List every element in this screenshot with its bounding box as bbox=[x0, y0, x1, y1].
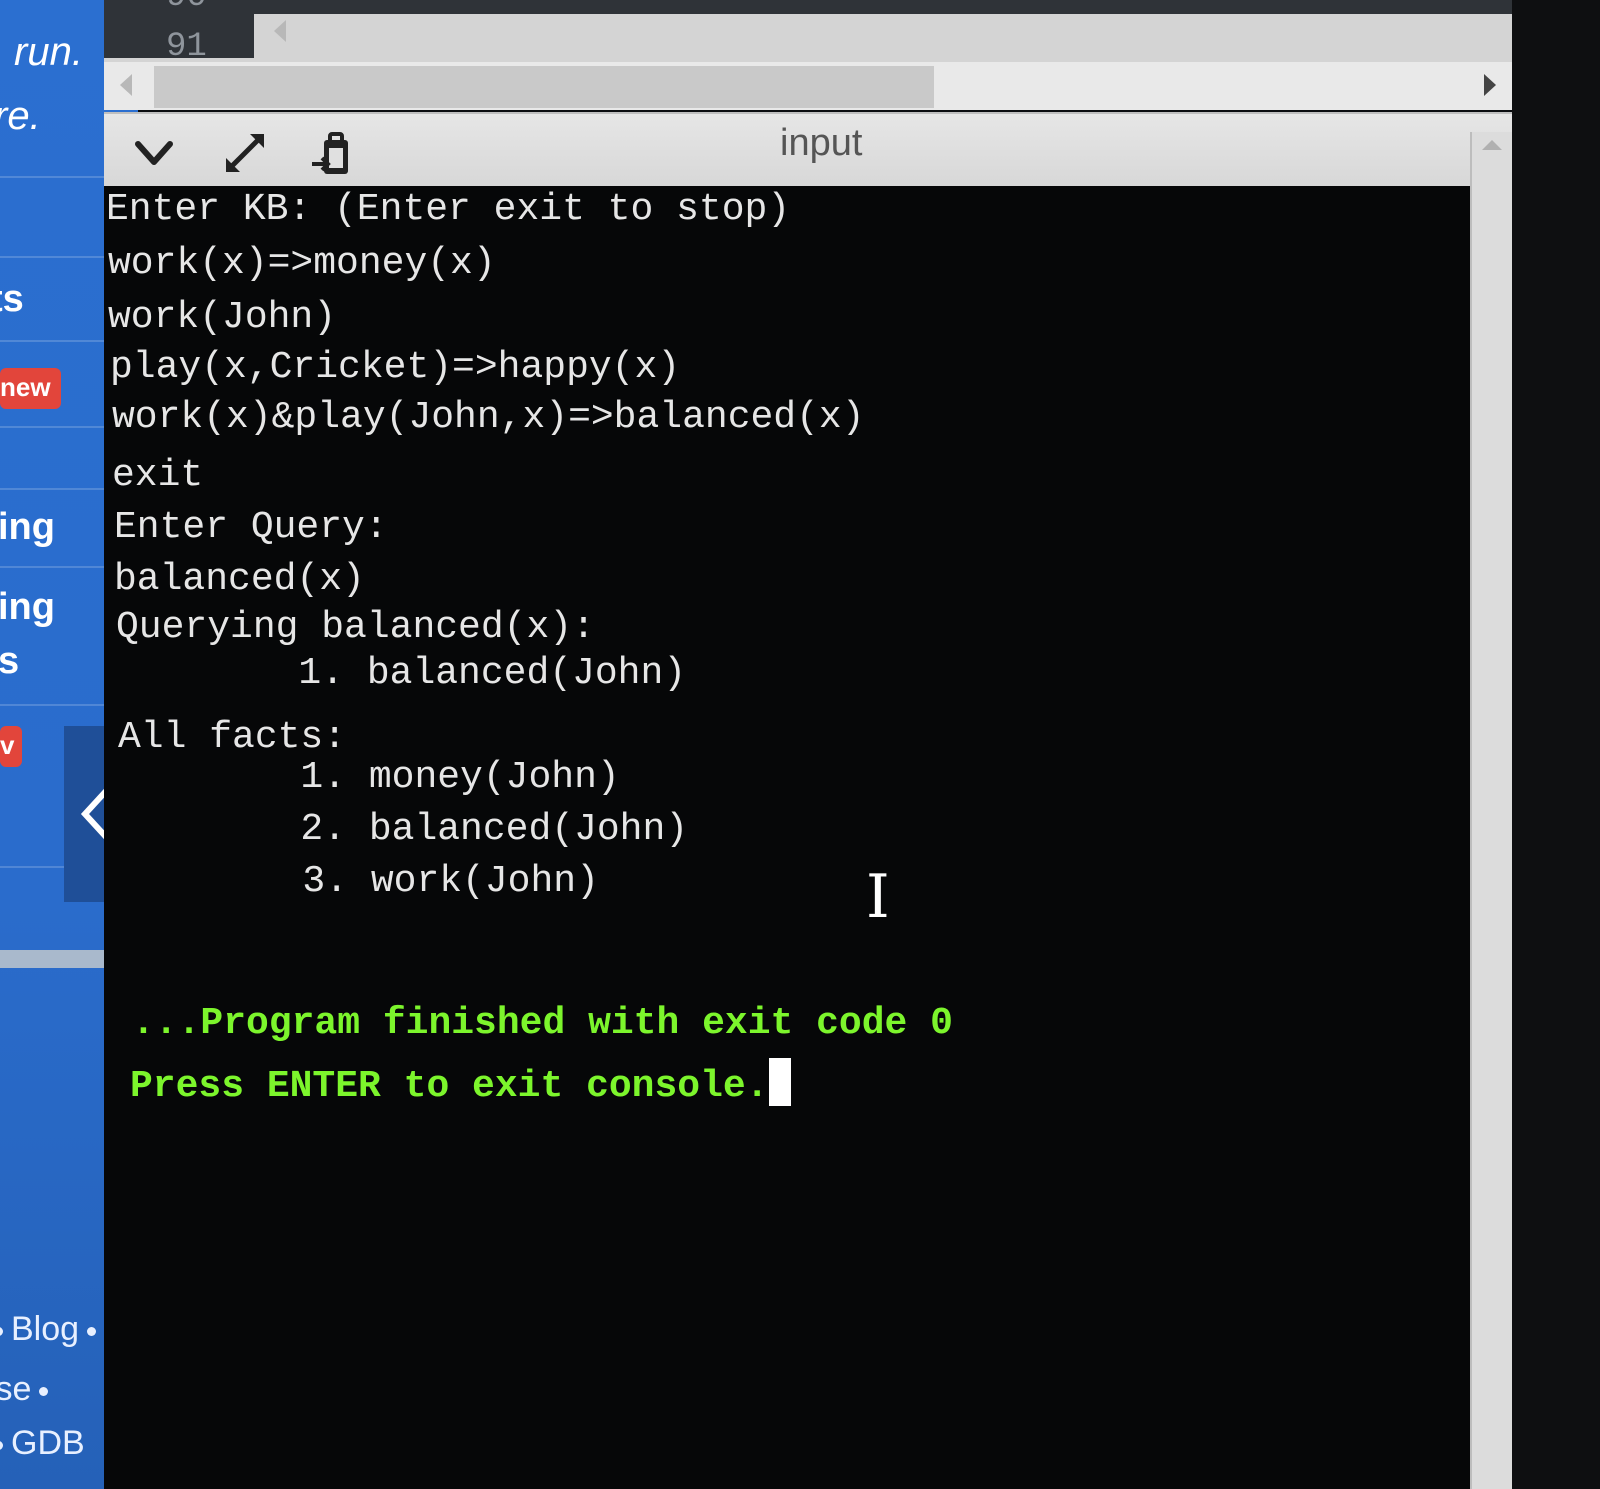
console-line: play(x,Cricket)=>happy(x) bbox=[110, 346, 681, 389]
chevron-down-icon[interactable] bbox=[134, 136, 174, 172]
expand-icon[interactable] bbox=[222, 130, 268, 176]
line-number: 91 bbox=[166, 28, 207, 58]
text-cursor bbox=[768, 1058, 791, 1106]
bullet-icon bbox=[0, 1440, 3, 1450]
sidebar-item-fragment[interactable]: ts bbox=[0, 278, 24, 321]
console-line: work(John) bbox=[108, 296, 337, 339]
sidebar-divider bbox=[0, 426, 112, 428]
footer-link-gdb[interactable]: GDB bbox=[0, 1424, 85, 1463]
sidebar-divider bbox=[0, 256, 104, 258]
console-line: work(x)&play(John,x)=>balanced(x) bbox=[112, 396, 865, 439]
sidebar-divider bbox=[0, 704, 118, 706]
console-line: 3. work(John) bbox=[120, 860, 599, 903]
new-badge: new bbox=[0, 368, 61, 409]
scroll-left-icon[interactable] bbox=[274, 20, 286, 42]
console-output[interactable]: Enter KB: (Enter exit to stop) work(x)=>… bbox=[104, 186, 1476, 1489]
console-line: balanced(x) bbox=[114, 558, 365, 601]
console-line: Enter Query: bbox=[114, 506, 388, 549]
console-line: 1. balanced(John) bbox=[116, 652, 687, 695]
bullet-icon bbox=[87, 1326, 97, 1336]
screen-bezel bbox=[1512, 0, 1600, 1489]
sidebar-fragment-run: run. bbox=[14, 30, 83, 74]
scroll-right-icon[interactable] bbox=[1484, 74, 1496, 96]
vertical-scrollbar[interactable] bbox=[1470, 132, 1514, 1489]
scroll-left-icon[interactable] bbox=[120, 74, 132, 96]
footer-link-label: GDB bbox=[11, 1424, 85, 1462]
ibeam-cursor-icon: I bbox=[866, 862, 890, 932]
sidebar-divider bbox=[0, 488, 112, 490]
sidebar-item-fragment[interactable]: ing bbox=[0, 506, 55, 549]
sidebar-divider bbox=[0, 566, 116, 568]
console-line: All facts: bbox=[118, 716, 347, 759]
console-line: Querying balanced(x): bbox=[116, 606, 595, 649]
sidebar-item-fragment[interactable]: ing bbox=[0, 586, 55, 629]
clipboard-icon[interactable] bbox=[310, 130, 354, 178]
console-line: exit bbox=[112, 454, 204, 497]
console-toolbar: input bbox=[104, 112, 1520, 188]
code-line-strip bbox=[254, 0, 1520, 14]
horizontal-scrollbar[interactable] bbox=[104, 62, 1520, 110]
line-number-gutter: 90 91 bbox=[104, 0, 254, 58]
footer-link-label: lse bbox=[0, 1370, 32, 1408]
sidebar-item-fragment[interactable]: s bbox=[0, 640, 19, 683]
bullet-icon bbox=[39, 1386, 49, 1396]
console-line: 2. balanced(John) bbox=[118, 808, 689, 851]
console-line: work(x)=>money(x) bbox=[108, 242, 496, 285]
footer-link-blog[interactable]: Blog bbox=[0, 1310, 104, 1349]
footer-link-label: Blog bbox=[11, 1310, 80, 1348]
scrollbar-thumb[interactable] bbox=[154, 66, 934, 108]
new-badge: v bbox=[0, 726, 23, 767]
console-line: 1. money(John) bbox=[118, 756, 620, 799]
exit-status-line: ...Program finished with exit code 0 bbox=[132, 1002, 953, 1045]
bullet-icon bbox=[0, 1326, 3, 1336]
press-enter-text: Press ENTER to exit console. bbox=[130, 1065, 769, 1108]
scroll-up-icon[interactable] bbox=[1482, 140, 1502, 150]
line-number: 90 bbox=[166, 0, 207, 16]
sidebar-fragment-re: re. bbox=[0, 94, 41, 138]
press-enter-line: Press ENTER to exit console. bbox=[130, 1058, 791, 1108]
footer-link-license[interactable]: lse bbox=[0, 1370, 56, 1409]
console-title: input bbox=[780, 122, 863, 164]
console-line: Enter KB: (Enter exit to stop) bbox=[106, 188, 791, 231]
sidebar-divider bbox=[0, 176, 104, 178]
sidebar-divider bbox=[0, 340, 108, 342]
